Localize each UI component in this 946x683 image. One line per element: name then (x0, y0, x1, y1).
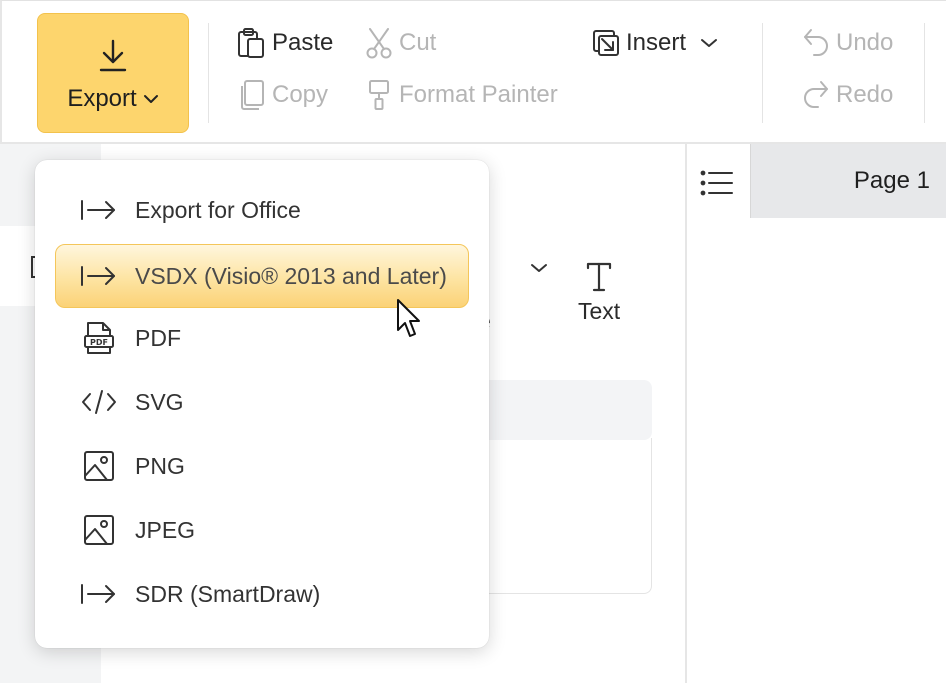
toolbar: Export Paste Cut Copy Format Painter Ins… (0, 0, 946, 144)
export-arrow-icon (79, 265, 119, 287)
redo-icon (802, 80, 830, 110)
code-icon (79, 389, 119, 415)
copy-button[interactable]: Copy (238, 79, 328, 111)
menu-item-label: PNG (135, 452, 185, 479)
page-tab-label: Page 1 (853, 167, 930, 194)
toolbar-divider (208, 23, 209, 123)
menu-item-label: SVG (135, 388, 184, 415)
chevron-down-icon (700, 38, 718, 48)
chevron-down-icon (143, 94, 159, 104)
menu-item-svg[interactable]: SVG (55, 370, 469, 434)
export-button[interactable]: Export (37, 13, 189, 133)
export-button-label: Export (67, 85, 137, 112)
paste-button[interactable]: Paste (236, 27, 333, 59)
format-painter-button[interactable]: Format Painter (367, 79, 558, 111)
download-icon (98, 39, 128, 73)
panel-body (470, 438, 652, 594)
insert-icon (592, 29, 620, 57)
menu-item-label: PDF (135, 324, 181, 351)
menu-item-label: SDR (SmartDraw) (135, 580, 321, 607)
format-painter-label: Format Painter (399, 81, 558, 108)
toolbar-divider (924, 23, 925, 123)
menu-item-label: VSDX (Visio® 2013 and Later) (135, 262, 447, 289)
menu-item-png[interactable]: PNG (55, 434, 469, 498)
chevron-down-icon[interactable] (530, 262, 548, 274)
mouse-cursor-icon (396, 298, 422, 342)
panel-header (470, 380, 652, 440)
pages-divider (685, 144, 687, 683)
export-arrow-icon (79, 583, 119, 605)
insert-button[interactable]: Insert (592, 27, 718, 59)
menu-item-label: Export for Office (135, 196, 301, 223)
menu-item-label: JPEG (135, 516, 196, 543)
clipboard-icon (236, 27, 266, 59)
undo-label: Undo (836, 29, 894, 56)
export-dropdown-menu: Export for Office VSDX (Visio® 2013 and … (35, 160, 489, 648)
scissors-icon (365, 27, 393, 59)
svg-text:PDF: PDF (90, 338, 108, 347)
pdf-file-icon: PDF (79, 321, 119, 355)
cut-label: Cut (399, 29, 437, 56)
menu-item-jpeg[interactable]: JPEG (55, 498, 469, 562)
copy-icon (238, 79, 266, 111)
text-icon (585, 262, 613, 292)
page-tab-1[interactable]: Page 1 (750, 144, 946, 218)
insert-label: Insert (626, 29, 687, 56)
text-tool-button[interactable]: Text (578, 262, 620, 325)
menu-item-sdr[interactable]: SDR (SmartDraw) (55, 562, 469, 626)
undo-button[interactable]: Undo (802, 27, 893, 59)
cut-button[interactable]: Cut (365, 27, 436, 59)
undo-icon (802, 28, 830, 58)
redo-button[interactable]: Redo (802, 79, 893, 111)
paste-label: Paste (272, 29, 334, 56)
copy-label: Copy (272, 81, 329, 108)
list-icon[interactable] (700, 170, 734, 196)
menu-item-export-for-office[interactable]: Export for Office (55, 178, 469, 242)
toolbar-divider (762, 23, 763, 123)
redo-label: Redo (836, 81, 894, 108)
text-tool-label: Text (578, 298, 621, 324)
paint-brush-icon (367, 79, 393, 111)
image-icon (79, 514, 119, 546)
image-icon (79, 450, 119, 482)
export-arrow-icon (79, 199, 119, 221)
